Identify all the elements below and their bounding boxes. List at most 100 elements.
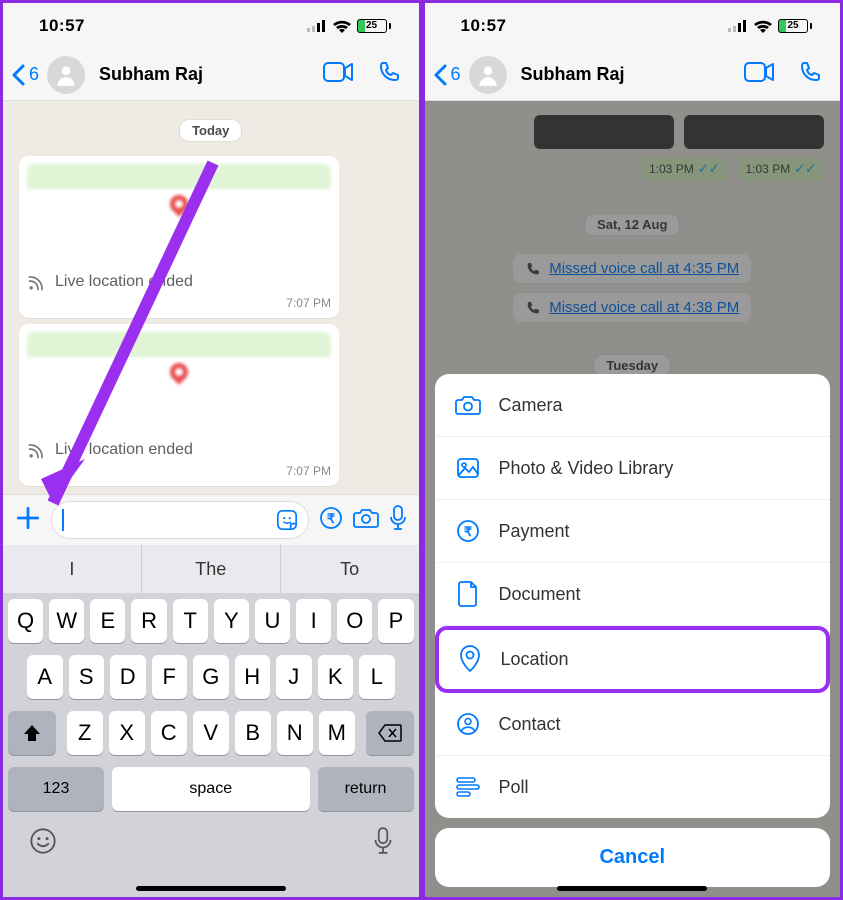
- location-text: Live location ended: [55, 273, 193, 291]
- voice-call-button[interactable]: [367, 60, 411, 89]
- live-location-icon: [27, 272, 47, 292]
- cellular-icon: [307, 20, 327, 32]
- back-count: 6: [29, 64, 39, 85]
- key-u[interactable]: U: [255, 599, 290, 643]
- home-indicator[interactable]: [136, 886, 286, 891]
- key-e[interactable]: E: [90, 599, 125, 643]
- video-icon: [323, 62, 353, 82]
- key-s[interactable]: S: [69, 655, 105, 699]
- key-w[interactable]: W: [49, 599, 84, 643]
- dictation-key[interactable]: [373, 827, 393, 860]
- emoji-key[interactable]: [29, 827, 57, 860]
- key-y[interactable]: Y: [214, 599, 249, 643]
- wifi-icon: [333, 20, 351, 33]
- avatar[interactable]: [469, 56, 507, 94]
- key-o[interactable]: O: [337, 599, 372, 643]
- keyboard-row: 123 space return: [3, 761, 419, 817]
- key-j[interactable]: J: [276, 655, 312, 699]
- contact-icon: [455, 711, 481, 737]
- numeric-key[interactable]: 123: [8, 767, 104, 811]
- key-d[interactable]: D: [110, 655, 146, 699]
- sheet-option-payment[interactable]: ₹ Payment: [435, 500, 831, 563]
- mic-icon: [389, 505, 407, 531]
- sheet-option-photo-library[interactable]: Photo & Video Library: [435, 437, 831, 500]
- key-i[interactable]: I: [296, 599, 331, 643]
- battery-pct: 25: [779, 20, 807, 32]
- suggestion[interactable]: The: [142, 545, 281, 593]
- phone-screenshot-right: 10:57 25 6 Subham Raj: [422, 0, 843, 900]
- key-q[interactable]: Q: [8, 599, 43, 643]
- key-r[interactable]: R: [131, 599, 166, 643]
- location-text: Live location ended: [55, 441, 193, 459]
- voice-call-button[interactable]: [788, 60, 832, 89]
- sheet-cancel-button[interactable]: Cancel: [435, 828, 831, 887]
- key-b[interactable]: B: [235, 711, 271, 755]
- sheet-option-location[interactable]: Location: [437, 628, 829, 691]
- status-icons: 25: [728, 19, 812, 33]
- attach-button[interactable]: [15, 505, 41, 536]
- map-pin-icon: [166, 359, 191, 384]
- chat-header: 6 Subham Raj: [3, 49, 419, 101]
- space-key[interactable]: space: [112, 767, 310, 811]
- key-f[interactable]: F: [152, 655, 188, 699]
- home-indicator[interactable]: [557, 886, 707, 891]
- payment-button[interactable]: ₹: [319, 506, 343, 535]
- plus-icon: [15, 505, 41, 531]
- keyboard[interactable]: I The To QWERTYUIOP ASDFGHJKL ZXCVBNM 12…: [3, 545, 419, 897]
- key-p[interactable]: P: [378, 599, 413, 643]
- phone-screenshot-left: 10:57 25 6 Subham Raj Today: [0, 0, 422, 900]
- camera-button[interactable]: [353, 507, 379, 534]
- contact-name[interactable]: Subham Raj: [99, 64, 308, 85]
- backspace-key[interactable]: [366, 711, 414, 755]
- suggestion[interactable]: To: [281, 545, 419, 593]
- key-h[interactable]: H: [235, 655, 271, 699]
- key-l[interactable]: L: [359, 655, 395, 699]
- suggestion[interactable]: I: [3, 545, 142, 593]
- keyboard-row: ASDFGHJKL: [3, 649, 419, 705]
- live-location-icon: [27, 440, 47, 460]
- key-a[interactable]: A: [27, 655, 63, 699]
- sticker-icon[interactable]: [276, 509, 298, 531]
- poll-icon: [455, 774, 481, 800]
- message-bubble[interactable]: Live location ended 7:07 PM: [19, 324, 339, 486]
- shift-icon: [22, 723, 42, 743]
- keyboard-row: ZXCVBNM: [3, 705, 419, 761]
- status-time: 10:57: [39, 16, 85, 36]
- message-bubble[interactable]: Live location ended 7:07 PM: [19, 156, 339, 318]
- message-input[interactable]: [51, 501, 309, 539]
- map-preview: [27, 332, 331, 432]
- back-button[interactable]: 6: [11, 64, 39, 86]
- return-key[interactable]: return: [318, 767, 414, 811]
- video-call-button[interactable]: [313, 62, 363, 87]
- sheet-option-label: Document: [499, 584, 581, 605]
- sheet-option-contact[interactable]: Contact: [435, 693, 831, 756]
- contact-name[interactable]: Subham Raj: [521, 64, 730, 85]
- battery-indicator: 25: [778, 19, 812, 33]
- location-pin-icon: [457, 646, 483, 672]
- video-icon: [744, 62, 774, 82]
- avatar[interactable]: [47, 56, 85, 94]
- key-z[interactable]: Z: [67, 711, 103, 755]
- sheet-option-poll[interactable]: Poll: [435, 756, 831, 818]
- battery-indicator: 25: [357, 19, 391, 33]
- key-n[interactable]: N: [277, 711, 313, 755]
- chat-body[interactable]: Today Live location ended 7:07 PM Live l…: [3, 101, 419, 502]
- key-v[interactable]: V: [193, 711, 229, 755]
- sheet-option-camera[interactable]: Camera: [435, 374, 831, 437]
- key-t[interactable]: T: [173, 599, 208, 643]
- key-c[interactable]: C: [151, 711, 187, 755]
- sheet-option-label: Poll: [499, 777, 529, 798]
- text-cursor: [62, 509, 64, 531]
- camera-icon: [455, 392, 481, 418]
- phone-icon: [377, 60, 401, 84]
- key-m[interactable]: M: [319, 711, 355, 755]
- key-g[interactable]: G: [193, 655, 229, 699]
- back-button[interactable]: 6: [433, 64, 461, 86]
- sheet-option-label: Photo & Video Library: [499, 458, 674, 479]
- sheet-option-document[interactable]: Document: [435, 563, 831, 626]
- video-call-button[interactable]: [734, 62, 784, 87]
- mic-button[interactable]: [389, 505, 407, 536]
- key-k[interactable]: K: [318, 655, 354, 699]
- shift-key[interactable]: [8, 711, 56, 755]
- key-x[interactable]: X: [109, 711, 145, 755]
